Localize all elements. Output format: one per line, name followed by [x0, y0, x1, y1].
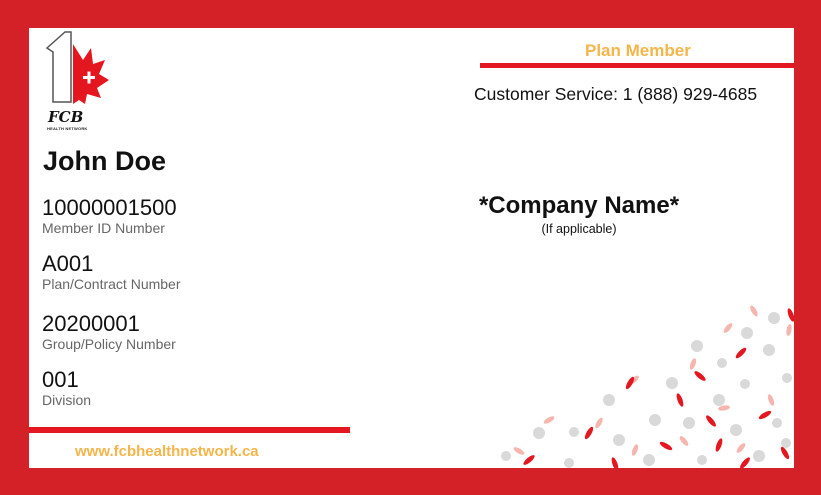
division-field: 001 Division [42, 367, 92, 409]
logo-maple-leaf [73, 44, 109, 104]
top-accent-bar [480, 63, 794, 68]
member-card: FCB HEALTH NETWORK John Doe 10000001500 … [29, 28, 794, 468]
group-policy-label: Group/Policy Number [42, 336, 176, 352]
bottom-accent-bar [29, 427, 350, 433]
plan-contract-value: A001 [42, 251, 94, 276]
company-name: *Company Name* [478, 192, 680, 219]
member-id-label: Member ID Number [42, 220, 165, 236]
customer-service-text: Customer Service: 1 (888) 929-4685 [474, 84, 758, 104]
division-label: Division [42, 392, 92, 408]
group-policy-value: 20200001 [42, 311, 140, 336]
member-id-field: 10000001500 Member ID Number [42, 195, 177, 237]
member-name: John Doe [43, 146, 167, 176]
logo-wordmark: FCB [48, 108, 84, 126]
plan-member-heading: Plan Member [585, 41, 691, 60]
logo-subtext: HEALTH NETWORK [47, 126, 88, 131]
member-id-value: 10000001500 [42, 195, 177, 220]
division-value: 001 [42, 367, 79, 392]
logo-numeral-one [45, 31, 72, 103]
website-link[interactable]: www.fcbhealthnetwork.ca [75, 443, 259, 460]
group-policy-field: 20200001 Group/Policy Number [42, 311, 176, 353]
plan-contract-field: A001 Plan/Contract Number [42, 251, 181, 293]
plan-contract-label: Plan/Contract Number [42, 276, 181, 292]
company-note: (If applicable) [541, 222, 617, 236]
